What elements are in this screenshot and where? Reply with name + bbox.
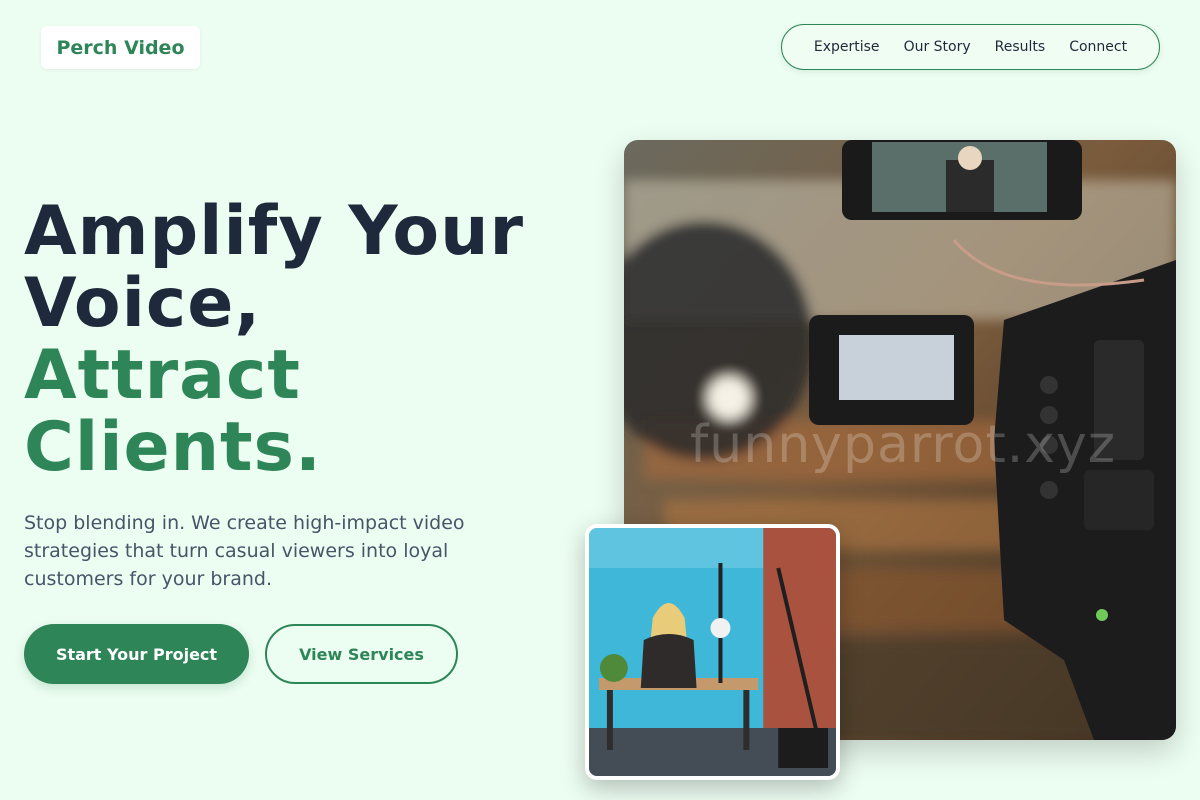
- hero-headline: Amplify Your Voice, Attract Clients.: [24, 196, 524, 484]
- headline-line-4: Clients.: [24, 408, 322, 487]
- nav-item-results[interactable]: Results: [995, 39, 1046, 55]
- brand-logo[interactable]: Perch Video: [41, 26, 200, 69]
- start-project-button[interactable]: Start Your Project: [24, 624, 249, 684]
- studio-inset-image: [585, 524, 840, 780]
- hero-subtitle: Stop blending in. We create high-impact …: [24, 512, 465, 590]
- nav-item-expertise[interactable]: Expertise: [814, 39, 880, 55]
- headline-line-1: Amplify Your: [24, 192, 525, 271]
- headline-line-3: Attract: [24, 336, 301, 415]
- headline-line-2: Voice,: [24, 264, 262, 343]
- nav-item-our-story[interactable]: Our Story: [904, 39, 971, 55]
- view-services-button[interactable]: View Services: [265, 624, 458, 684]
- main-nav: Expertise Our Story Results Connect: [781, 24, 1160, 70]
- nav-item-connect[interactable]: Connect: [1069, 39, 1127, 55]
- image-watermark: funnyparrot.xyz: [690, 415, 1117, 475]
